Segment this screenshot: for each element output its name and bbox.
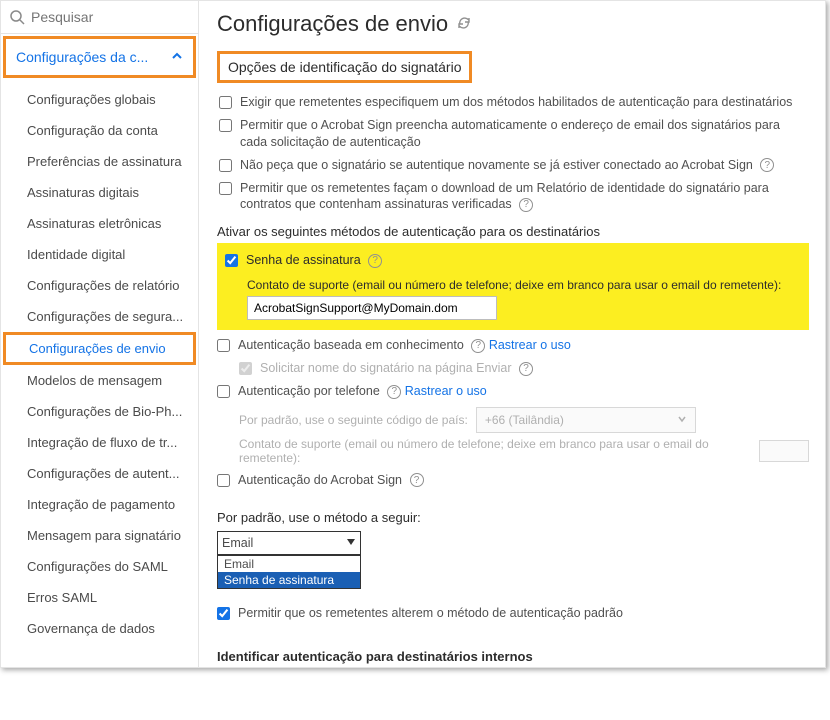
search-input[interactable] <box>31 9 188 25</box>
signature-password-block: Senha de assinatura ? Contato de suporte… <box>217 243 809 330</box>
support-contact-label: Contato de suporte (email ou número de t… <box>247 278 801 292</box>
chevron-down-icon <box>677 413 687 427</box>
dropdown-option-signature-password[interactable]: Senha de assinatura <box>218 572 360 588</box>
sidebar-item-report-settings[interactable]: Configurações de relatório <box>1 270 198 301</box>
opt-label: Solicitar nome do signatário na página E… <box>260 360 533 377</box>
checkbox[interactable] <box>219 182 232 195</box>
opt-kba[interactable]: Autenticação baseada em conhecimento ? R… <box>217 334 809 357</box>
opt-label: Senha de assinatura ? <box>246 252 382 269</box>
sidebar-item-signer-message[interactable]: Mensagem para signatário <box>1 520 198 551</box>
account-settings-accordion[interactable]: Configurações da c... <box>3 36 196 78</box>
track-usage-link[interactable]: Rastrear o uso <box>405 384 487 398</box>
opt-label: Autenticação por telefone ? Rastrear o u… <box>238 383 487 400</box>
opt-require-auth-method[interactable]: Exigir que remetentes especifiquem um do… <box>219 91 809 114</box>
opt-kba-request-name[interactable]: Solicitar nome do signatário na página E… <box>239 357 809 380</box>
opt-label: Permitir que o Acrobat Sign preencha aut… <box>240 117 809 151</box>
checkbox[interactable] <box>219 119 232 132</box>
checkbox[interactable] <box>217 385 230 398</box>
dropdown-option-email[interactable]: Email <box>218 556 360 572</box>
help-icon[interactable]: ? <box>368 254 382 268</box>
search-row <box>1 1 198 34</box>
refresh-icon[interactable] <box>456 15 472 34</box>
help-icon[interactable]: ? <box>519 362 533 376</box>
opt-allow-sender-change[interactable]: Permitir que os remetentes alterem o mét… <box>217 602 809 625</box>
default-method-label: Por padrão, use o método a seguir: <box>217 510 809 525</box>
sidebar-item-auth-settings[interactable]: Configurações de autent... <box>1 458 198 489</box>
opt-label: Autenticação baseada em conhecimento ? R… <box>238 337 571 354</box>
sidebar-item-global-settings[interactable]: Configurações globais <box>1 84 198 115</box>
checkbox[interactable] <box>219 96 232 109</box>
opt-label: Exigir que remetentes especifiquem um do… <box>240 94 792 111</box>
page-title-row: Configurações de envio <box>217 11 809 37</box>
sidebar-item-security-settings[interactable]: Configurações de segura... <box>1 301 198 332</box>
checkbox[interactable] <box>219 159 232 172</box>
help-icon[interactable]: ? <box>410 473 424 487</box>
help-icon[interactable]: ? <box>387 385 401 399</box>
track-usage-link[interactable]: Rastrear o uso <box>489 338 571 352</box>
opt-download-identity-report[interactable]: Permitir que os remetentes façam o downl… <box>219 177 809 217</box>
search-icon <box>9 9 25 25</box>
phone-country-row: Por padrão, use o seguinte código de paí… <box>239 407 809 433</box>
chevron-up-icon <box>171 49 183 65</box>
auth-methods-heading: Ativar os seguintes métodos de autentica… <box>217 224 809 239</box>
help-icon[interactable]: ? <box>519 198 533 212</box>
sidebar-item-payment-integration[interactable]: Integração de pagamento <box>1 489 198 520</box>
help-icon[interactable]: ? <box>760 158 774 172</box>
sidebar-item-saml-errors[interactable]: Erros SAML <box>1 582 198 613</box>
sidebar-item-digital-identity[interactable]: Identidade digital <box>1 239 198 270</box>
chevron-down-icon <box>346 536 356 550</box>
sidebar-item-digital-signatures[interactable]: Assinaturas digitais <box>1 177 198 208</box>
opt-autofill-email[interactable]: Permitir que o Acrobat Sign preencha aut… <box>219 114 809 154</box>
accordion-label: Configurações da c... <box>16 49 148 65</box>
phone-country-label: Por padrão, use o seguinte código de paí… <box>239 413 468 427</box>
checkbox[interactable] <box>217 339 230 352</box>
checkbox[interactable] <box>217 474 230 487</box>
sidebar-item-account-config[interactable]: Configuração da conta <box>1 115 198 146</box>
internal-auth-heading: Identificar autenticação para destinatár… <box>217 649 809 664</box>
sidebar-item-signature-prefs[interactable]: Preferências de assinatura <box>1 146 198 177</box>
checkbox[interactable] <box>225 254 238 267</box>
sidebar: Configurações da c... Configurações glob… <box>1 1 199 667</box>
phone-country-value: +66 (Tailândia) <box>485 413 564 427</box>
default-method-value: Email <box>222 536 253 550</box>
opt-acrobat-auth[interactable]: Autenticação do Acrobat Sign ? <box>217 469 809 492</box>
checkbox <box>239 362 252 375</box>
phone-support-label: Contato de suporte (email ou número de t… <box>239 437 751 465</box>
support-contact-input[interactable] <box>247 296 497 320</box>
sidebar-item-workflow-integration[interactable]: Integração de fluxo de tr... <box>1 427 198 458</box>
opt-signature-password[interactable]: Senha de assinatura ? <box>225 249 801 272</box>
main-panel: Configurações de envio Opções de identif… <box>199 1 825 667</box>
default-method-select[interactable]: Email <box>217 531 361 555</box>
checkbox[interactable] <box>217 607 230 620</box>
opt-label: Permitir que os remetentes façam o downl… <box>240 180 809 214</box>
opt-label: Permitir que os remetentes alterem o mét… <box>238 605 623 622</box>
sidebar-item-biopharma-settings[interactable]: Configurações de Bio-Ph... <box>1 396 198 427</box>
sidebar-nav: Configurações globais Configuração da co… <box>1 80 198 650</box>
opt-no-reauth[interactable]: Não peça que o signatário se autentique … <box>219 154 809 177</box>
opt-phone-auth[interactable]: Autenticação por telefone ? Rastrear o u… <box>217 380 809 403</box>
sidebar-item-electronic-signatures[interactable]: Assinaturas eletrônicas <box>1 208 198 239</box>
sidebar-item-data-governance[interactable]: Governança de dados <box>1 613 198 644</box>
page-title: Configurações de envio <box>217 11 448 37</box>
signer-identity-options: Exigir que remetentes especifiquem um do… <box>219 91 809 216</box>
sidebar-item-send-settings[interactable]: Configurações de envio <box>3 332 196 365</box>
sidebar-item-saml-settings[interactable]: Configurações do SAML <box>1 551 198 582</box>
phone-support-input[interactable] <box>759 440 809 462</box>
sidebar-item-message-templates[interactable]: Modelos de mensagem <box>1 365 198 396</box>
opt-label: Autenticação do Acrobat Sign ? <box>238 472 424 489</box>
opt-label: Não peça que o signatário se autentique … <box>240 157 774 174</box>
phone-country-select[interactable]: +66 (Tailândia) <box>476 407 696 433</box>
default-method-dropdown: Email Senha de assinatura <box>217 555 361 589</box>
help-icon[interactable]: ? <box>471 339 485 353</box>
phone-support-row: Contato de suporte (email ou número de t… <box>239 437 809 465</box>
signer-identity-options-heading: Opções de identificação do signatário <box>217 51 472 83</box>
